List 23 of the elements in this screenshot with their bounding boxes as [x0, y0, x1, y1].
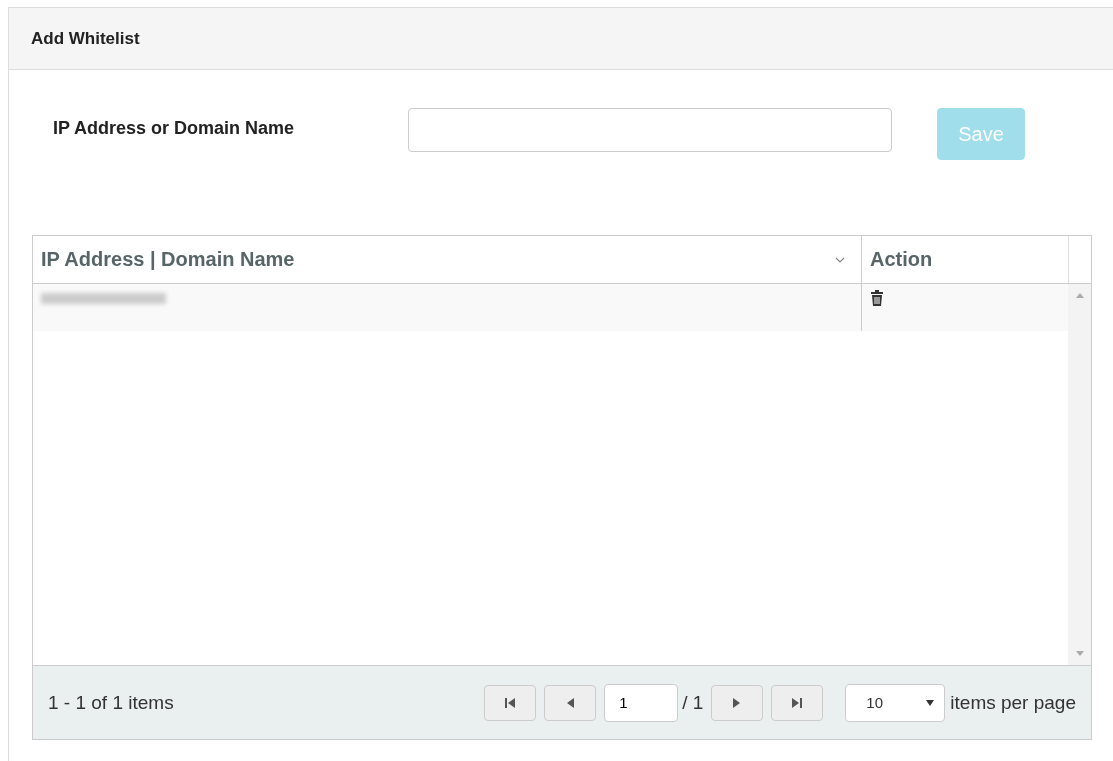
caret-down-icon — [926, 699, 935, 706]
page-total: / 1 — [682, 691, 704, 714]
scroll-down-icon — [1075, 651, 1084, 656]
previous-page-button[interactable] — [544, 684, 597, 721]
trash-icon[interactable] — [870, 290, 884, 306]
page-size-label: items per page — [950, 691, 1076, 714]
first-page-button[interactable] — [484, 684, 537, 721]
column-title: IP Address | Domain Name — [41, 248, 295, 271]
last-page-icon — [791, 696, 804, 709]
page-input[interactable]: 1 — [604, 683, 679, 722]
column-header[interactable]: IP Address | Domain Name — [33, 236, 861, 283]
field-label: IP Address or Domain Name — [53, 118, 296, 139]
last-page-button[interactable] — [771, 684, 824, 721]
panel-title: Add Whitelist — [31, 28, 140, 49]
pager-summary: 1 - 1 of 1 items — [48, 691, 174, 714]
column-title: Action — [870, 248, 933, 271]
input-field[interactable] — [408, 108, 892, 152]
scroll-up-icon — [1075, 293, 1084, 298]
next-page-button[interactable] — [711, 684, 764, 721]
scrollbar[interactable] — [1068, 284, 1091, 665]
page-size-dropdown[interactable]: 10 — [845, 683, 946, 722]
first-page-icon — [504, 696, 517, 709]
column-header[interactable]: Action — [861, 236, 1068, 283]
